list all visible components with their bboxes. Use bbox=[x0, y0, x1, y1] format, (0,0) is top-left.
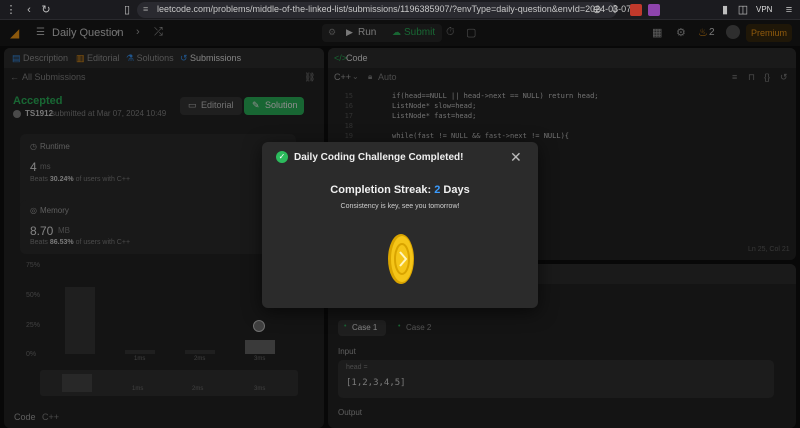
reload-icon[interactable]: ↻ bbox=[39, 3, 53, 17]
browser-bar: ⋮ ‹ ↻ ▯ ≡ leetcode.com/problems/middle-o… bbox=[0, 0, 800, 20]
completion-modal: ✓ Daily Coding Challenge Completed! ✕ Co… bbox=[262, 142, 538, 308]
battery-icon: ▮ bbox=[721, 4, 729, 16]
gold-coin-icon bbox=[388, 234, 414, 284]
modal-message: Consistency is key, see you tomorrow! bbox=[340, 203, 460, 210]
download-icon[interactable]: ⇩ bbox=[608, 3, 622, 17]
modal-title: Daily Coding Challenge Completed! bbox=[294, 152, 464, 163]
bookmark-icon[interactable]: ▯ bbox=[120, 3, 134, 17]
extension-icon[interactable] bbox=[630, 4, 642, 16]
url-text: leetcode.com/problems/middle-of-the-link… bbox=[157, 4, 632, 14]
streak-prefix: Completion Streak: bbox=[330, 184, 432, 196]
streak-suffix: Days bbox=[443, 184, 470, 196]
vpn-badge[interactable]: VPN bbox=[756, 5, 772, 14]
tune-icon: ≡ bbox=[143, 4, 149, 14]
check-circle-icon: ✓ bbox=[276, 151, 288, 163]
browser-menu-icon[interactable]: ⋮ bbox=[4, 3, 18, 17]
zoom-icon[interactable]: ⊕ bbox=[590, 3, 604, 17]
address-bar[interactable]: ≡ leetcode.com/problems/middle-of-the-li… bbox=[137, 2, 631, 18]
close-icon[interactable]: ✕ bbox=[510, 149, 522, 166]
streak-line: Completion Streak: 2 Days bbox=[262, 184, 538, 196]
shield-icon[interactable] bbox=[648, 4, 660, 16]
back-icon[interactable]: ‹ bbox=[22, 3, 36, 17]
menu-icon[interactable]: ≡ bbox=[782, 3, 796, 17]
wallet-icon[interactable]: ◫ bbox=[736, 3, 750, 17]
streak-number: 2 bbox=[434, 184, 441, 196]
